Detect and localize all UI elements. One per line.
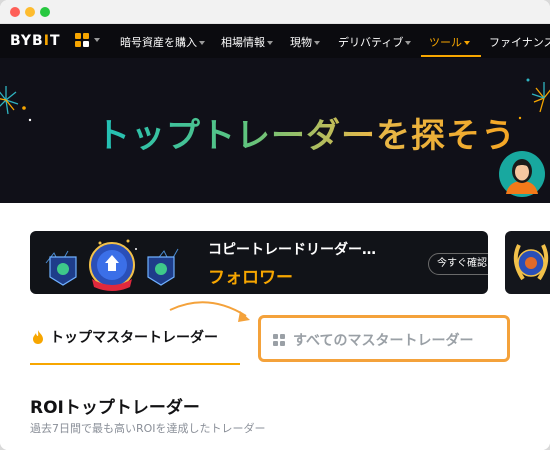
section-title: ROIトップトレーダー: [30, 398, 200, 418]
fire-icon: [33, 330, 43, 344]
chevron-down-icon: [464, 41, 470, 45]
chevron-down-icon: [405, 41, 412, 45]
grid-icon: [273, 334, 285, 346]
tab-all-master-traders[interactable]: すべてのマスタートレーダー: [258, 315, 510, 362]
section-subtitle: 過去7日間で最も高いROIを達成したトレーダー: [30, 422, 266, 435]
secondary-promo-banner[interactable]: [505, 231, 550, 294]
banner-subtitle: フォロワー: [208, 268, 293, 288]
nav-item-buy-crypto[interactable]: 暗号資産を購入: [120, 34, 205, 50]
check-now-label: 今すぐ確認: [437, 258, 487, 269]
zoom-window-button[interactable]: [40, 7, 50, 17]
nav-item-spot[interactable]: 現物: [290, 34, 320, 50]
browser-window: BYBIT 暗号資産を購入 相場情報 現物 デリバティブ ツール ファイナンス: [0, 0, 550, 450]
apps-caret-icon: [94, 38, 100, 42]
nav-item-label: デリバティブ: [338, 36, 404, 49]
nav-item-label: ツール: [429, 36, 462, 49]
nav-item-label: 相場情報: [221, 36, 265, 49]
minimize-window-button[interactable]: [25, 7, 35, 17]
tab-all-label: すべてのマスタートレーダー: [293, 333, 474, 349]
hero-title: トップトレーダーを探そう: [96, 108, 516, 157]
chevron-down-icon: [199, 41, 205, 45]
active-tab-indicator: [30, 363, 240, 365]
nav-item-tools[interactable]: ツール: [429, 34, 470, 50]
grid-apps-icon[interactable]: [75, 33, 91, 49]
copy-trade-leader-banner[interactable]: コピートレードリーダー… フォロワー 今すぐ確認›: [30, 231, 488, 294]
bybit-logo[interactable]: BYBIT: [10, 33, 61, 49]
check-now-button[interactable]: 今すぐ確認›: [428, 253, 488, 275]
tab-top-label: トップマスタートレーダー: [50, 330, 218, 346]
trophy-medal-icon: [45, 239, 179, 291]
chevron-down-icon: [267, 41, 273, 45]
laurel-medal-icon: [513, 244, 549, 281]
nav-item-label: ファイナンス: [489, 36, 550, 49]
main-content: コピートレードリーダー… フォロワー 今すぐ確認› トップマスタートレーダー: [0, 203, 550, 450]
nav-item-label: 暗号資産を購入: [120, 36, 197, 49]
close-window-button[interactable]: [10, 7, 20, 17]
nav-item-markets[interactable]: 相場情報: [221, 34, 273, 50]
nav-item-derivatives[interactable]: デリバティブ: [338, 34, 412, 50]
nav-item-label: 現物: [290, 36, 312, 49]
banner-title: コピートレードリーダー…: [208, 242, 376, 258]
nav-active-indicator: [421, 55, 481, 57]
nav-item-finance[interactable]: ファイナンス: [489, 34, 550, 50]
title-bar: [0, 0, 550, 24]
trader-avatar-icon: [499, 151, 545, 197]
logo-text-prefix: BYB: [10, 33, 44, 49]
curved-arrow-icon: [169, 301, 250, 322]
chevron-down-icon: [314, 41, 320, 45]
logo-text-suffix: T: [49, 33, 61, 49]
tab-top-master-traders[interactable]: トップマスタートレーダー: [32, 327, 218, 347]
hero-banner: トップトレーダーを探そう: [0, 58, 550, 203]
top-navbar: BYBIT 暗号資産を購入 相場情報 現物 デリバティブ ツール ファイナンス: [0, 24, 550, 58]
